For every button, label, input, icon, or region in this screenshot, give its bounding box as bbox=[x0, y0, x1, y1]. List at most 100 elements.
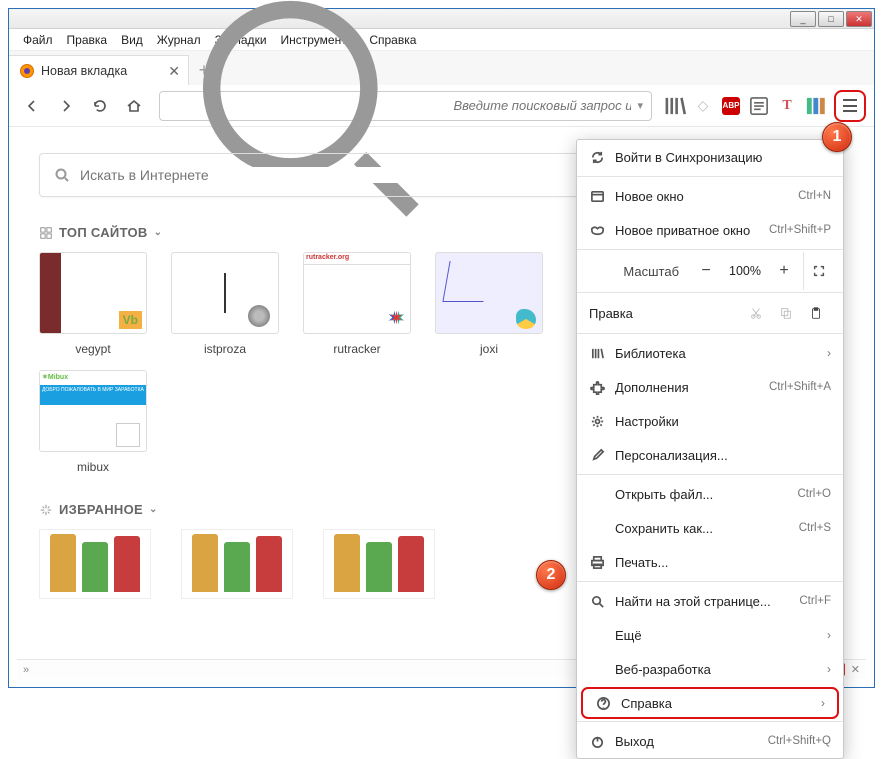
copy-icon[interactable] bbox=[771, 306, 801, 320]
menu-shortcut: Ctrl+O bbox=[797, 488, 831, 500]
menu-file[interactable]: Файл bbox=[17, 31, 59, 49]
menu-item-new-private[interactable]: Новое приватное окно Ctrl+Shift+P bbox=[577, 213, 843, 247]
menu-view[interactable]: Вид bbox=[115, 31, 149, 49]
callout-1: 1 bbox=[822, 122, 852, 152]
callout-2: 2 bbox=[536, 560, 566, 590]
menu-item-webdev[interactable]: Веб-разработка › bbox=[577, 652, 843, 686]
mask-icon bbox=[589, 223, 605, 238]
menu-label: Сохранить как... bbox=[615, 521, 789, 536]
search-icon bbox=[54, 167, 70, 183]
menu-item-sync[interactable]: Войти в Синхронизацию bbox=[577, 140, 843, 174]
menu-item-save-as[interactable]: Сохранить как... Ctrl+S bbox=[577, 511, 843, 545]
menu-label: Справка bbox=[621, 696, 811, 711]
menu-label: Дополнения bbox=[615, 380, 759, 395]
menu-item-print[interactable]: Печать... bbox=[577, 545, 843, 579]
bookmarks-icon[interactable] bbox=[802, 93, 828, 119]
gear-icon bbox=[589, 414, 605, 429]
address-bar[interactable]: ▾ bbox=[159, 91, 652, 121]
zoom-out-button[interactable]: − bbox=[691, 257, 721, 285]
thumbnail bbox=[171, 252, 279, 334]
menu-label: Выход bbox=[615, 734, 758, 749]
fullscreen-button[interactable] bbox=[803, 252, 833, 290]
favorite-thumb[interactable] bbox=[323, 529, 435, 599]
thumbnail: ✶Mibux ДОБРО ПОЖАЛОВАТЬ В МИР ЗАРАБОТКА bbox=[39, 370, 147, 452]
navbar: ▾ ◇ ABP T bbox=[9, 85, 874, 127]
menu-label: Найти на этой странице... bbox=[615, 594, 789, 609]
menu-zoom-row: Масштаб − 100% + bbox=[577, 252, 843, 290]
thumbnail: rutracker.org bbox=[303, 252, 411, 334]
zoom-in-button[interactable]: + bbox=[769, 257, 799, 285]
addr-dropdown-icon[interactable]: ▾ bbox=[637, 99, 643, 112]
zoom-label: Масштаб bbox=[587, 264, 687, 279]
power-icon bbox=[589, 734, 605, 749]
abp-icon[interactable]: ABP bbox=[718, 93, 744, 119]
tile-label: vegypt bbox=[39, 342, 147, 356]
grid-icon bbox=[39, 226, 53, 240]
tile-joxi[interactable]: joxi bbox=[435, 252, 543, 356]
cut-icon[interactable] bbox=[741, 306, 771, 320]
print-icon bbox=[589, 555, 605, 570]
hamburger-highlight bbox=[834, 90, 866, 122]
window-close-button[interactable]: ✕ bbox=[846, 11, 872, 27]
menu-item-library[interactable]: Библиотека › bbox=[577, 336, 843, 370]
reload-button[interactable] bbox=[85, 91, 115, 121]
menu-label: Персонализация... bbox=[615, 448, 831, 463]
menu-edit-row: Правка bbox=[577, 295, 843, 331]
reader-icon[interactable] bbox=[746, 93, 772, 119]
menu-item-find[interactable]: Найти на этой странице... Ctrl+F bbox=[577, 584, 843, 618]
menu-item-new-window[interactable]: Новое окно Ctrl+N bbox=[577, 179, 843, 213]
back-button[interactable] bbox=[17, 91, 47, 121]
brush-icon bbox=[589, 448, 605, 463]
menu-label: Библиотека bbox=[615, 346, 817, 361]
favorite-thumb[interactable] bbox=[181, 529, 293, 599]
menu-item-customize[interactable]: Персонализация... bbox=[577, 438, 843, 472]
thumbnail bbox=[435, 252, 543, 334]
tab-new[interactable]: Новая вкладка ✕ bbox=[9, 55, 189, 85]
browser-window: _ □ ✕ Файл Правка Вид Журнал Закладки Ин… bbox=[8, 8, 875, 688]
zoom-value: 100% bbox=[725, 264, 765, 278]
tile-istproza[interactable]: istproza bbox=[171, 252, 279, 356]
menu-item-help[interactable]: Справка › bbox=[581, 687, 839, 719]
chevron-down-icon: ⌄ bbox=[149, 504, 158, 515]
menu-item-settings[interactable]: Настройки bbox=[577, 404, 843, 438]
favorite-thumb[interactable] bbox=[39, 529, 151, 599]
paste-icon[interactable] bbox=[801, 306, 831, 320]
tile-mibux[interactable]: ✶Mibux ДОБРО ПОЖАЛОВАТЬ В МИР ЗАРАБОТКА … bbox=[39, 370, 147, 474]
menu-item-addons[interactable]: Дополнения Ctrl+Shift+A bbox=[577, 370, 843, 404]
tile-label: joxi bbox=[435, 342, 543, 356]
t-icon[interactable]: T bbox=[774, 93, 800, 119]
menu-item-open-file[interactable]: Открыть файл... Ctrl+O bbox=[577, 477, 843, 511]
status-chevron-icon[interactable]: » bbox=[23, 664, 29, 676]
pocket-icon[interactable]: ◇ bbox=[690, 93, 716, 119]
tile-label: rutracker bbox=[303, 342, 411, 356]
menu-label: Ещё bbox=[615, 628, 817, 643]
home-button[interactable] bbox=[119, 91, 149, 121]
hamburger-menu-button[interactable] bbox=[838, 94, 862, 118]
search-icon bbox=[589, 594, 605, 609]
menu-shortcut: Ctrl+Shift+P bbox=[769, 224, 831, 236]
tile-rutracker[interactable]: rutracker.org rutracker bbox=[303, 252, 411, 356]
menu-edit[interactable]: Правка bbox=[61, 31, 114, 49]
library-icon[interactable] bbox=[662, 93, 688, 119]
menu-shortcut: Ctrl+S bbox=[799, 522, 831, 534]
sparkle-icon bbox=[39, 503, 53, 517]
app-menu: Войти в Синхронизацию Новое окно Ctrl+N … bbox=[576, 139, 844, 759]
window-minimize-button[interactable]: _ bbox=[790, 11, 816, 27]
chevron-right-icon: › bbox=[821, 696, 825, 710]
forward-button[interactable] bbox=[51, 91, 81, 121]
firefox-icon bbox=[19, 63, 35, 79]
tab-close-icon[interactable]: ✕ bbox=[168, 63, 180, 80]
topsites-label: ТОП САЙТОВ bbox=[59, 225, 148, 240]
menu-item-exit[interactable]: Выход Ctrl+Shift+Q bbox=[577, 724, 843, 758]
puzzle-icon bbox=[589, 380, 605, 395]
sync-icon bbox=[589, 150, 605, 165]
tile-label: mibux bbox=[39, 460, 147, 474]
window-maximize-button[interactable]: □ bbox=[818, 11, 844, 27]
menu-label: Печать... bbox=[615, 555, 831, 570]
status-close-icon[interactable]: ✕ bbox=[851, 663, 860, 676]
menu-item-more[interactable]: Ещё › bbox=[577, 618, 843, 652]
menu-shortcut: Ctrl+N bbox=[798, 190, 831, 202]
window-icon bbox=[589, 189, 605, 204]
address-input[interactable] bbox=[453, 98, 631, 113]
tile-vegypt[interactable]: vegypt bbox=[39, 252, 147, 356]
